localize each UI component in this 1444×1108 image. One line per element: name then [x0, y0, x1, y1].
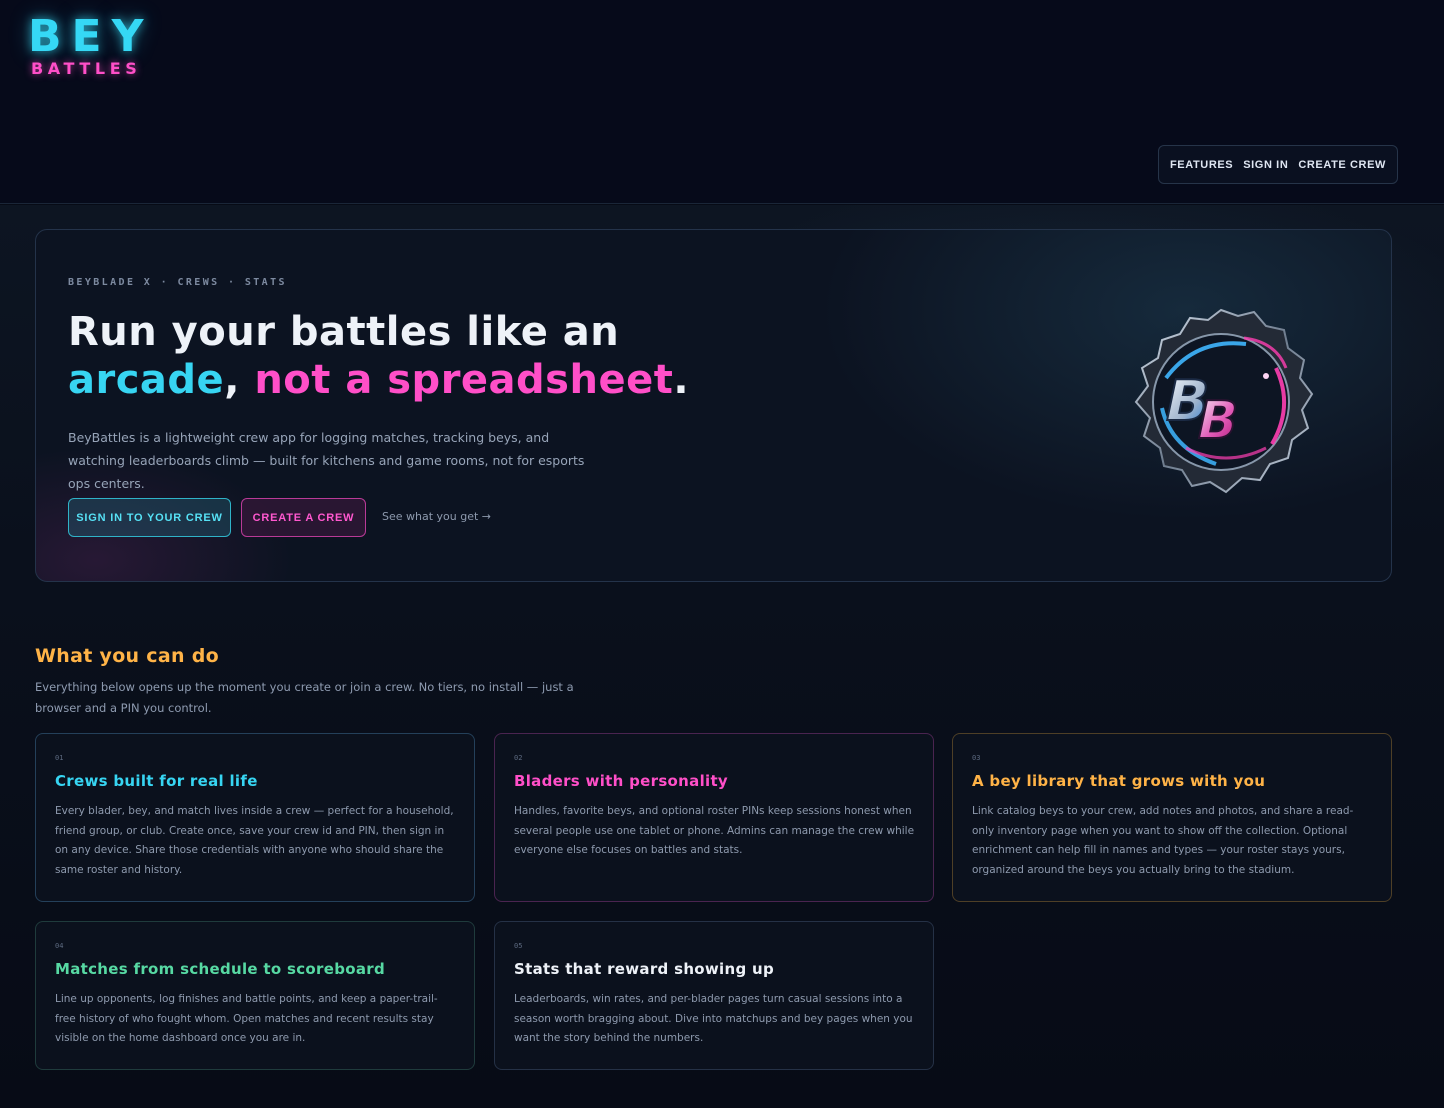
hero-title-arcade: arcade [68, 357, 225, 403]
card-number: 01 [55, 754, 64, 762]
create-crew-button[interactable]: CREATE A CREW [241, 498, 366, 537]
site-header: BEY BATTLES FEATURES SIGN IN CREATE CREW [0, 0, 1444, 204]
logo-top-text: BEY [28, 11, 154, 62]
card-title: A bey library that grows with you [972, 772, 1266, 790]
nav-sign-in-link[interactable]: SIGN IN [1243, 159, 1288, 171]
card-title: Crews built for real life [55, 772, 258, 790]
card-body: Handles, favorite beys, and optional ros… [514, 805, 915, 857]
hero-eyebrow: BEYBLADE X · CREWS · STATS [68, 277, 287, 288]
hero-title-period: . [673, 357, 690, 403]
card-body: Every blader, bey, and match lives insid… [55, 805, 454, 876]
card-body: Line up opponents, log finishes and batt… [55, 993, 438, 1045]
hero-title-spreadsheet: not a spreadsheet [254, 357, 674, 403]
hero-title-line1: Run your battles like an [68, 309, 620, 355]
logo[interactable]: BEY BATTLES [28, 14, 153, 78]
card-title: Matches from schedule to scoreboard [55, 960, 386, 978]
top-nav: FEATURES SIGN IN CREATE CREW [1158, 145, 1398, 184]
card-number: 05 [514, 942, 523, 950]
card-body: Leaderboards, win rates, and per-blader … [514, 993, 913, 1045]
hero-description: BeyBattles is a lightweight crew app for… [68, 430, 585, 491]
logo-bottom-text: BATTLES [31, 59, 142, 78]
feature-card-crews: 01 Crews built for real life Every blade… [35, 733, 475, 902]
features-heading: What you can do [35, 645, 219, 667]
beybattles-emblem-icon: B B [1126, 303, 1316, 503]
card-title: Stats that reward showing up [514, 960, 775, 978]
card-title: Bladers with personality [514, 772, 728, 790]
see-what-you-get-link[interactable]: See what you get → [382, 510, 491, 523]
card-number: 04 [55, 942, 64, 950]
nav-create-crew-link[interactable]: CREATE CREW [1298, 159, 1386, 171]
hero-title: Run your battles like an arcade, not a s… [68, 308, 788, 404]
card-number: 03 [972, 754, 981, 762]
hero-title-comma: , [224, 357, 240, 403]
card-body: Link catalog beys to your crew, add note… [972, 805, 1354, 876]
nav-features-link[interactable]: FEATURES [1170, 159, 1233, 171]
features-description: Everything below opens up the moment you… [35, 680, 574, 715]
feature-card-bladers: 02 Bladers with personality Handles, fav… [494, 733, 934, 902]
hero-card: BEYBLADE X · CREWS · STATS Run your batt… [35, 229, 1392, 582]
card-number: 02 [514, 754, 523, 762]
feature-card-bey-library: 03 A bey library that grows with you Lin… [952, 733, 1392, 902]
sign-in-crew-button[interactable]: SIGN IN TO YOUR CREW [68, 498, 231, 537]
feature-card-matches: 04 Matches from schedule to scoreboard L… [35, 921, 475, 1070]
feature-card-stats: 05 Stats that reward showing up Leaderbo… [494, 921, 934, 1070]
